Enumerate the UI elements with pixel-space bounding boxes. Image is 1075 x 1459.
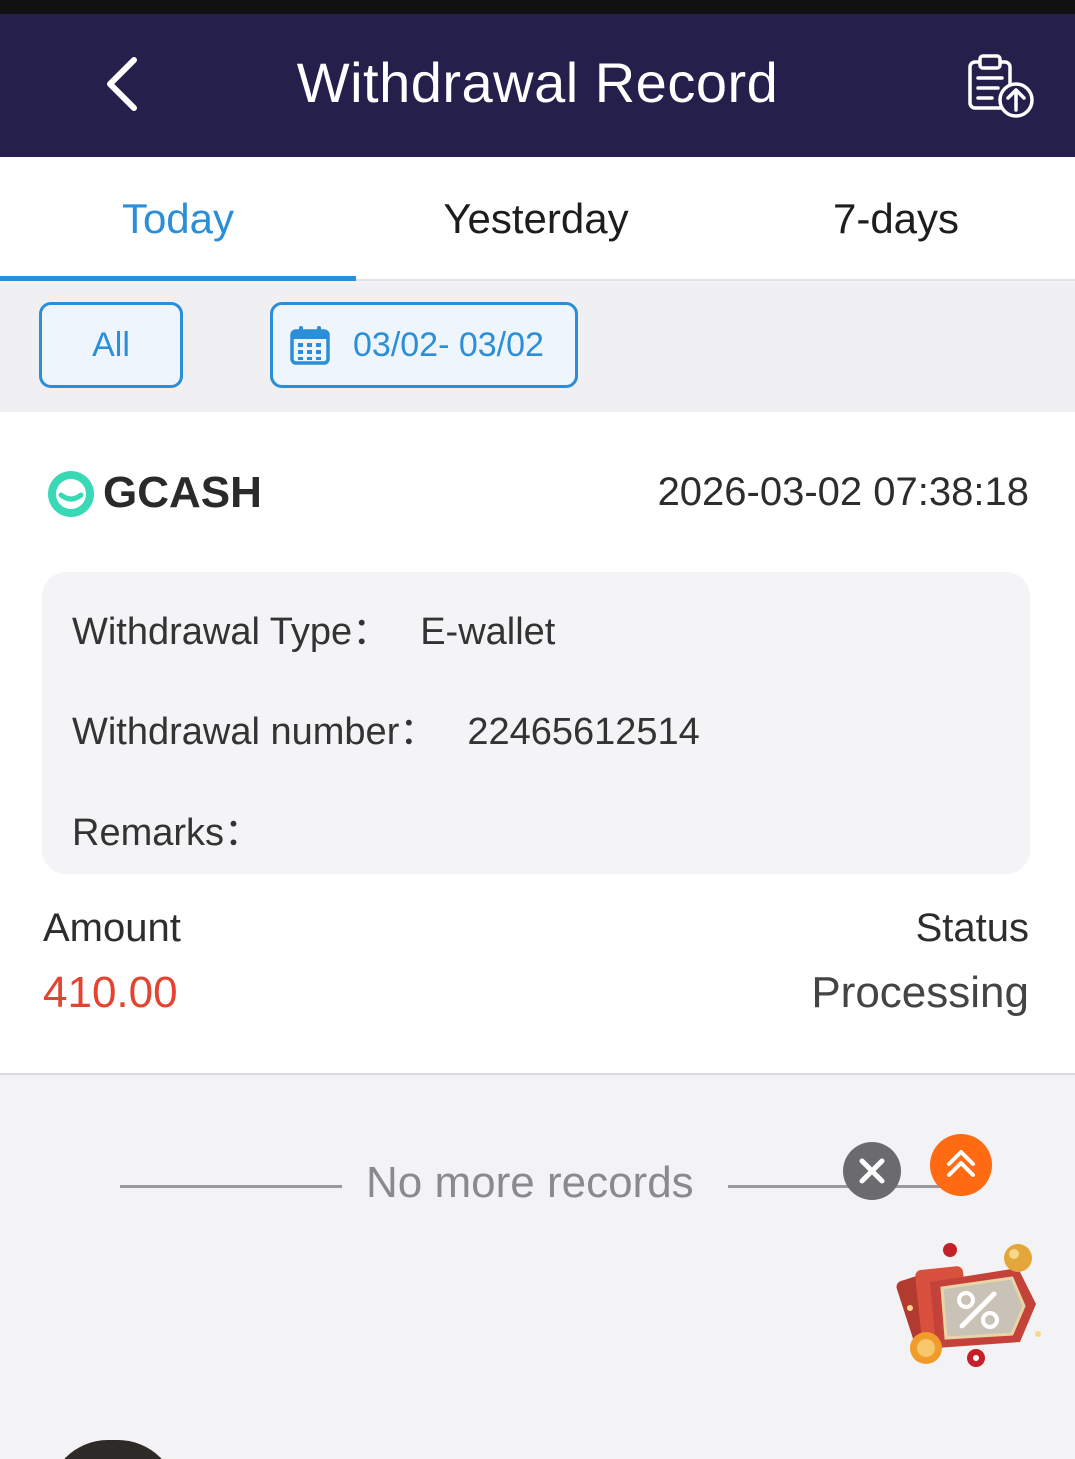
tab-yesterday[interactable]: Yesterday [358, 157, 714, 281]
withdrawal-type-value: E-wallet [420, 611, 556, 653]
back-to-top-button[interactable] [930, 1134, 992, 1196]
status-label: Status [915, 906, 1029, 950]
withdrawal-number-label: Withdrawal number： [72, 711, 438, 753]
date-range-button[interactable]: 03/02- 03/02 [270, 302, 578, 388]
all-filter-button[interactable]: All [39, 302, 183, 388]
active-tab-indicator [0, 276, 356, 281]
date-tabs: Today Yesterday 7-days [0, 157, 1075, 281]
promo-button[interactable] [890, 1238, 1050, 1378]
status-value: Processing [811, 968, 1029, 1017]
tab-7-days[interactable]: 7-days [718, 157, 1074, 281]
status-bar [0, 0, 1075, 14]
no-more-records-text: No more records [366, 1158, 694, 1207]
gcash-logo-icon [48, 471, 94, 517]
withdrawal-number-row: Withdrawal number： 22465612514 [72, 700, 700, 755]
amount-value: 410.00 [43, 968, 178, 1017]
withdrawal-number-value: 22465612514 [467, 711, 700, 753]
calendar-icon [290, 326, 330, 365]
clipboard-upload-icon [968, 54, 1034, 118]
promo-percent-icon [896, 1243, 1041, 1367]
divider-left [120, 1185, 342, 1188]
withdrawal-type-label: Withdrawal Type： [72, 611, 391, 653]
record-datetime: 2026-03-02 07:38:18 [657, 470, 1029, 514]
page-title: Withdrawal Record [296, 51, 779, 114]
records-button[interactable] [962, 50, 1038, 126]
remarks-label: Remarks： [72, 812, 263, 854]
avatar[interactable] [48, 1440, 178, 1459]
date-range-label: 03/02- 03/02 [353, 325, 544, 364]
amount-label: Amount [43, 906, 181, 950]
divider-right [728, 1185, 950, 1188]
double-chevron-up-icon [947, 1150, 975, 1177]
tab-today[interactable]: Today [0, 157, 356, 281]
remarks-row: Remarks： [72, 801, 262, 856]
withdrawal-type-row: Withdrawal Type： E-wallet [72, 600, 555, 655]
close-icon [859, 1158, 885, 1184]
app-header: Withdrawal Record [0, 14, 1075, 157]
close-button[interactable] [843, 1142, 901, 1200]
payment-method-name: GCASH [103, 468, 262, 517]
